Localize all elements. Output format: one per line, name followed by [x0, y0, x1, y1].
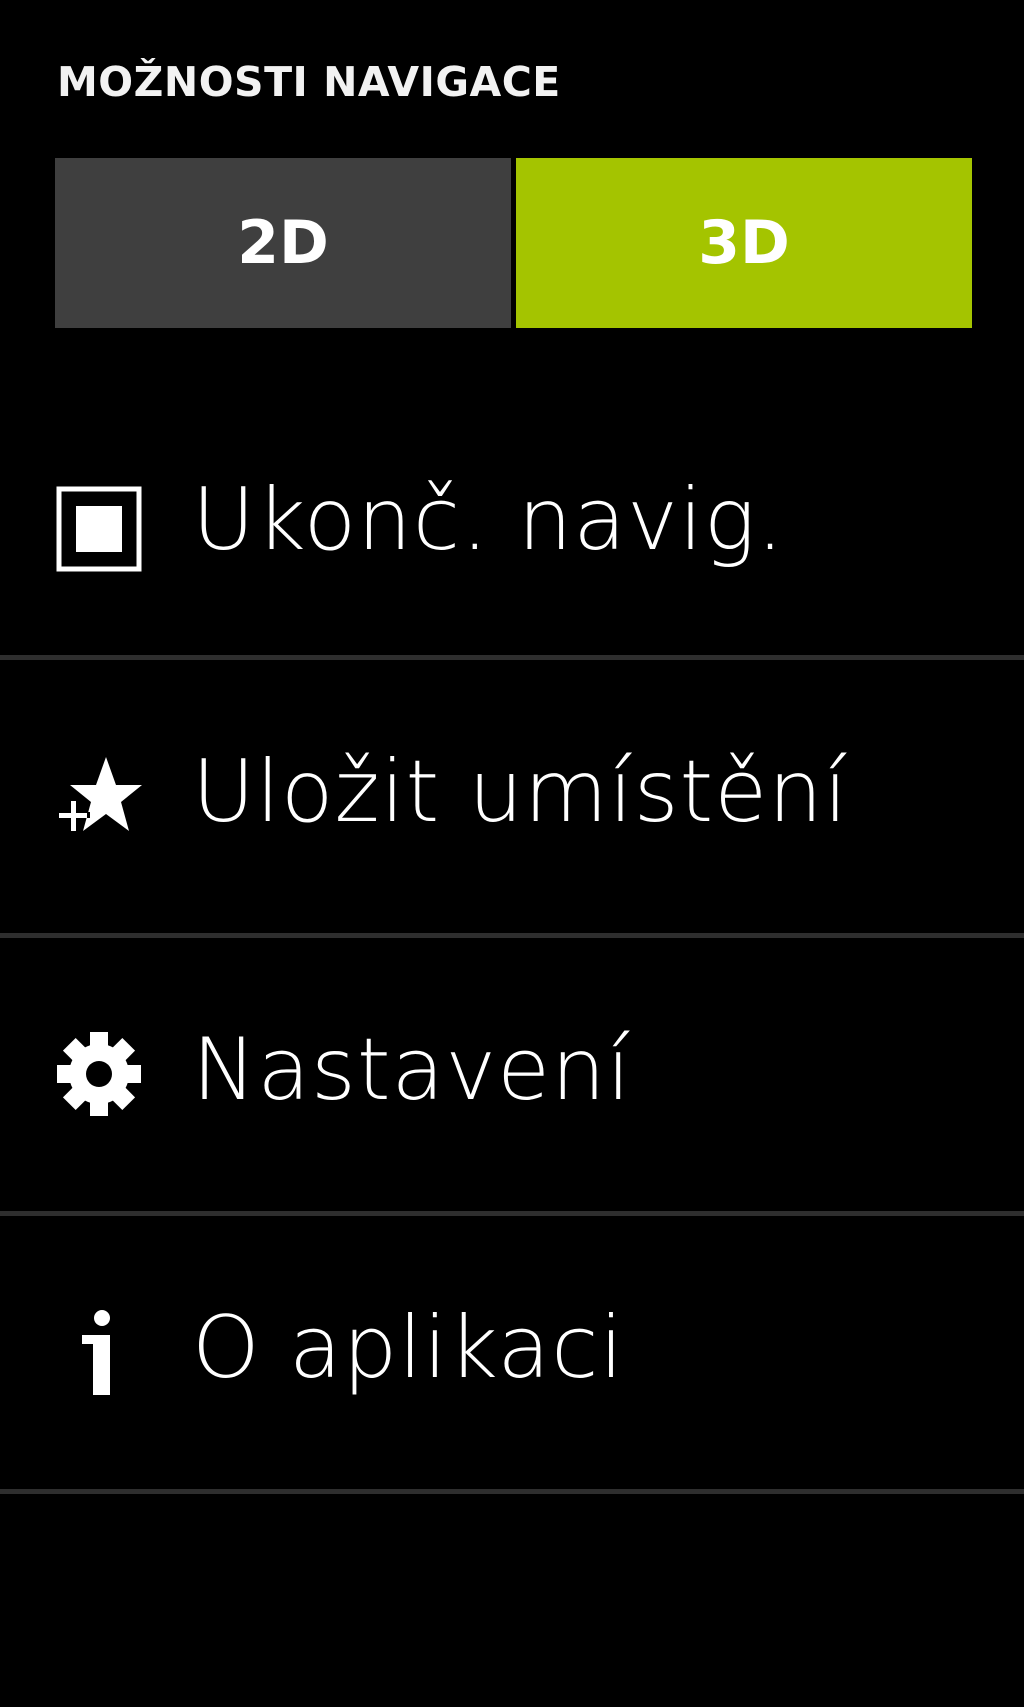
section-title: MOŽNOSTI NAVIGACE [57, 58, 561, 106]
view-mode-toggle: 2D 3D [55, 158, 972, 328]
gear-icon [55, 1030, 143, 1118]
toggle-2d-button[interactable]: 2D [55, 158, 516, 328]
menu-item-label: Nastavení [192, 1020, 632, 1120]
toggle-2d-label: 2D [237, 208, 329, 278]
star-add-icon [55, 752, 143, 840]
menu-item-about[interactable]: O aplikaci [0, 1216, 1024, 1489]
navigation-menu: Ukonč. navig. Uložit umístění Nastavení … [0, 385, 1024, 1494]
menu-item-label: O aplikaci [192, 1298, 625, 1398]
menu-item-label: Uložit umístění [192, 742, 849, 842]
toggle-3d-label: 3D [698, 208, 790, 278]
divider [0, 1489, 1024, 1494]
toggle-3d-button[interactable]: 3D [516, 158, 972, 328]
menu-item-label: Ukonč. navig. [192, 470, 785, 570]
menu-item-settings[interactable]: Nastavení [0, 938, 1024, 1211]
stop-icon [55, 485, 143, 573]
info-icon [55, 1308, 143, 1396]
menu-item-end-navigation[interactable]: Ukonč. navig. [0, 385, 1024, 655]
menu-item-save-location[interactable]: Uložit umístění [0, 660, 1024, 933]
